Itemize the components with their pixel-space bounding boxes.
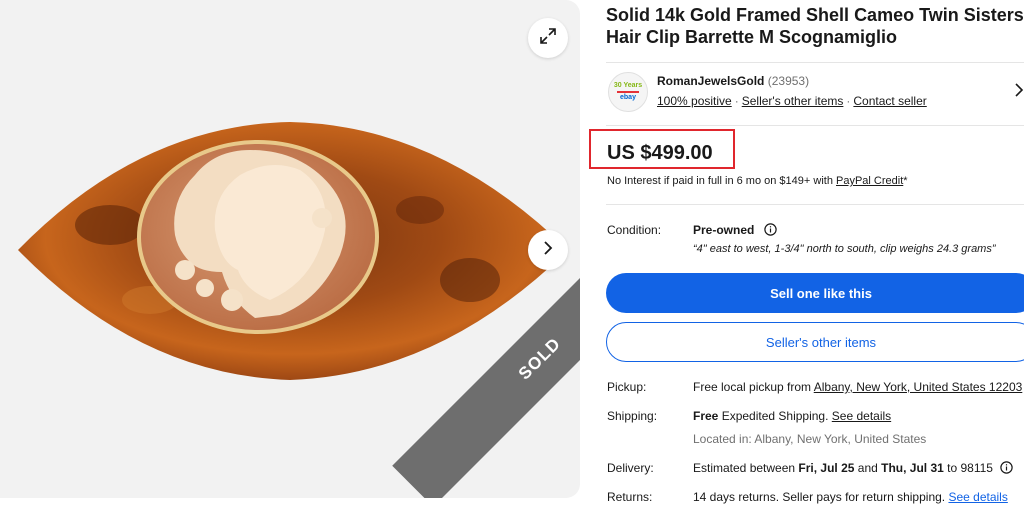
item-title-line2: Hair Clip Barrette M Scognamiglio: [606, 27, 898, 47]
seller-other-items-link[interactable]: Seller's other items: [742, 94, 844, 108]
shipping-label: Shipping:: [607, 409, 658, 423]
avatar-divider: [617, 91, 639, 93]
seller-feedback-count: (23953): [767, 74, 810, 88]
separator: ·: [734, 94, 739, 108]
shipping-method: Expedited Shipping.: [718, 409, 832, 423]
credit-note: No Interest if paid in full in 6 mo on $…: [607, 175, 908, 187]
condition-label: Condition:: [607, 223, 662, 237]
delivery-date-start: Fri, Jul 25: [798, 461, 855, 476]
condition-text: Pre-owned: [693, 223, 755, 238]
divider: [606, 204, 1024, 205]
delivery-label: Delivery:: [607, 461, 654, 475]
condition-description: “4" east to west, 1-3/4" north to south,…: [693, 243, 996, 255]
delivery-text: Estimated between: [693, 461, 799, 476]
item-location: Located in: Albany, New York, United Sta…: [693, 432, 927, 446]
chevron-right-icon: [541, 240, 555, 260]
seller-other-items-button[interactable]: Seller's other items: [606, 322, 1024, 362]
shipping-free: Free: [693, 409, 719, 423]
pickup-label: Pickup:: [607, 380, 647, 394]
seller-username[interactable]: RomanJewelsGold: [657, 74, 764, 88]
seller-card[interactable]: 30 Years ebay RomanJewelsGold (23953) 10…: [606, 62, 1024, 126]
delivery-and: and: [854, 461, 882, 476]
item-price: US $499.00: [607, 142, 713, 164]
seller-links: 100% positive · Seller's other items · Conta…: [657, 94, 927, 108]
positive-feedback-link[interactable]: 100% positive: [657, 94, 732, 108]
item-details-panel: Solid 14k Gold Framed Shell Cameo Twin S…: [589, 0, 1024, 505]
chevron-right-icon[interactable]: [1014, 83, 1024, 102]
condition-value: Pre-owned: [693, 223, 777, 239]
info-icon[interactable]: [763, 223, 777, 239]
pickup-text: Free local pickup from: [693, 380, 814, 394]
item-title-line1: Solid 14k Gold Framed Shell Cameo Twin S…: [606, 5, 1024, 25]
delivery-date-end: Thu, Jul 31: [881, 461, 944, 476]
info-icon[interactable]: [1000, 461, 1014, 477]
item-title: Solid 14k Gold Framed Shell Cameo Twin S…: [606, 4, 1024, 48]
seller-avatar[interactable]: 30 Years ebay: [608, 72, 648, 112]
pickup-value: Free local pickup from Albany, New York,…: [693, 380, 1022, 394]
returns-value: 14 days returns. Seller pays for return …: [693, 490, 1008, 504]
sell-one-like-this-button[interactable]: Sell one like this: [606, 273, 1024, 313]
contact-seller-link[interactable]: Contact seller: [853, 94, 926, 108]
returns-details-link[interactable]: See details: [948, 490, 1007, 504]
shipping-details-link[interactable]: See details: [832, 409, 891, 423]
avatar-badge-text: 30 Years: [613, 82, 643, 89]
credit-suffix: *: [903, 175, 908, 187]
credit-text: No Interest if paid in full in 6 mo on $…: [607, 175, 836, 187]
pickup-location-link[interactable]: Albany, New York, United States 12203: [814, 380, 1023, 394]
expand-icon: [539, 27, 557, 50]
seller-name[interactable]: RomanJewelsGold (23953): [657, 74, 809, 88]
paypal-credit-link[interactable]: PayPal Credit: [836, 175, 903, 187]
expand-button[interactable]: [528, 18, 568, 58]
next-image-button[interactable]: [528, 230, 568, 270]
avatar-logo-text: ebay: [620, 94, 636, 101]
shipping-value: Free Expedited Shipping. See details: [693, 409, 891, 423]
delivery-value: Estimated between Fri, Jul 25 and Thu, J…: [693, 461, 1014, 477]
delivery-zip: to 98115: [943, 461, 993, 476]
separator: ·: [846, 94, 851, 108]
returns-label: Returns:: [607, 490, 653, 504]
returns-text: 14 days returns. Seller pays for return …: [693, 490, 949, 504]
image-gallery[interactable]: SOLD: [0, 0, 580, 498]
sold-label: SOLD: [514, 333, 565, 384]
